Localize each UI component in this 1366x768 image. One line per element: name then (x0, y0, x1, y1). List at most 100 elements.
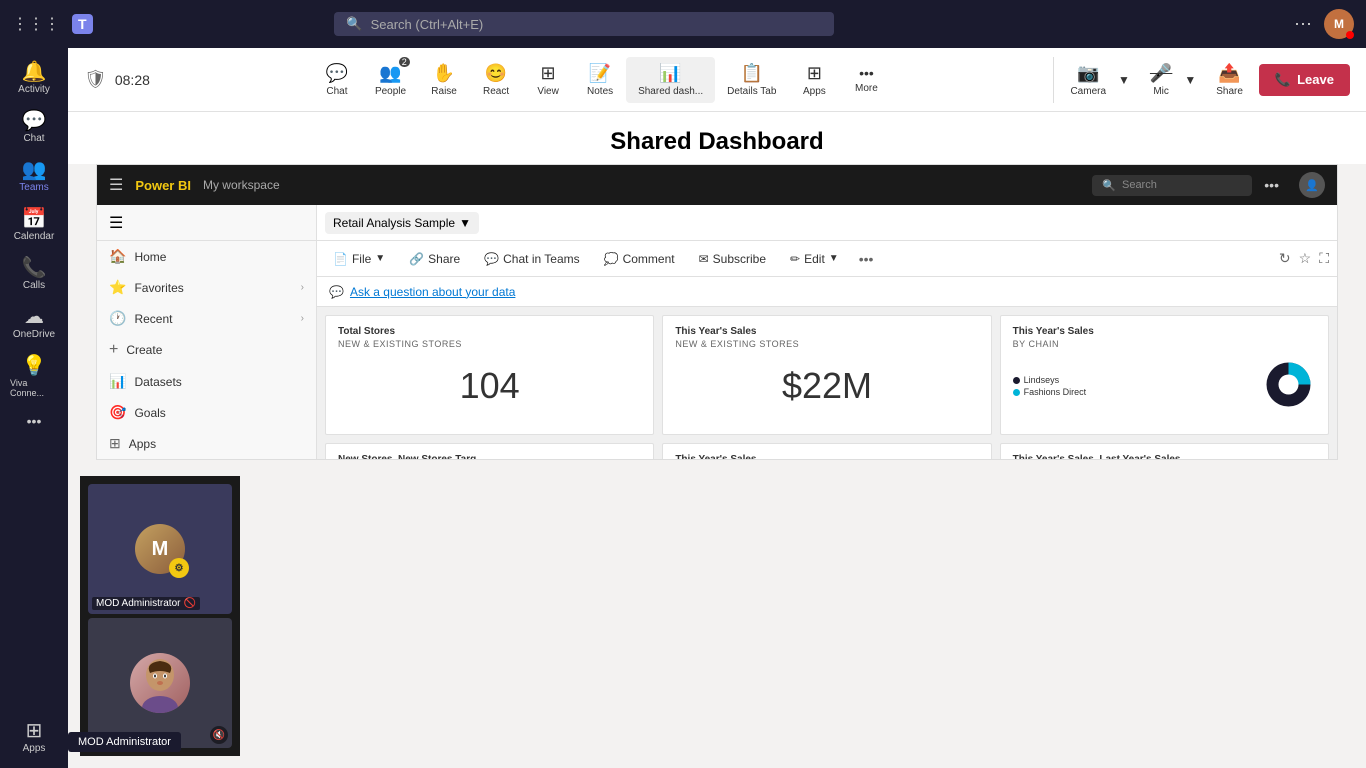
dashboard-area: ☰ Power BI My workspace 🔍 Search ••• 👤 (68, 164, 1366, 768)
pbi-nav-datasets[interactable]: 📊 Datasets (97, 366, 316, 397)
question-bar[interactable]: 💬 Ask a question about your data (317, 277, 1337, 307)
favorites-chevron-icon: › (301, 282, 304, 293)
report-name-button[interactable]: Retail Analysis Sample ▼ (325, 212, 479, 234)
mic-btn[interactable]: 🎤 Mic (1142, 57, 1180, 103)
sidebar-label-calendar: Calendar (14, 231, 55, 242)
chat-in-teams-btn[interactable]: 💬 Chat in Teams (476, 249, 587, 269)
toolbar-notes-btn[interactable]: 📝 Notes (574, 57, 626, 103)
toolbar-react-label: React (483, 86, 509, 97)
pbi-nav-goals-label: Goals (134, 406, 165, 420)
pbi-nav-create[interactable]: + Create (97, 334, 316, 366)
share-report-label: Share (428, 252, 460, 266)
camera-group: 📷 Camera ▼ (1053, 57, 1133, 103)
toolbar-details-tab-btn[interactable]: 📋 Details Tab (715, 57, 788, 103)
card-this-year-sales-new-subtitle: NEW & EXISTING STORES (675, 339, 978, 349)
sidebar-item-apps[interactable]: ⊞ Apps (6, 715, 62, 760)
viva-icon: 💡 (22, 356, 47, 376)
sidebar-item-calls[interactable]: 📞 Calls (6, 252, 62, 297)
pbi-menu-icon[interactable]: ☰ (109, 175, 123, 195)
refresh-icon[interactable]: ↻ (1279, 250, 1291, 267)
file-label: File (352, 252, 371, 266)
share-btn[interactable]: 📤 Share (1208, 57, 1251, 103)
sidebar-item-onedrive[interactable]: ☁ OneDrive (6, 301, 62, 346)
sidebar-item-teams[interactable]: 👥 Teams (6, 154, 62, 199)
file-btn[interactable]: 📄 File ▼ (325, 249, 393, 269)
toolbar-view-icon: ⊞ (541, 63, 556, 84)
pbi-hamburger-icon[interactable]: ☰ (109, 213, 123, 233)
toolbar-chat-btn[interactable]: 💬 Chat (311, 57, 363, 103)
powerbi-logo: Power BI (135, 178, 191, 193)
toolbar-raise-btn[interactable]: ✋ Raise (418, 57, 470, 103)
toolbar-view-btn[interactable]: ⊞ View (522, 57, 574, 103)
datasets-icon: 📊 (109, 373, 126, 390)
right-panel: M ⚙ MOD Administrator 🚫 (80, 476, 240, 756)
toolbar-chat-label: Chat (326, 86, 347, 97)
pbi-search-bar[interactable]: 🔍 Search (1092, 175, 1252, 196)
participant2-mic-off: 🔇 (210, 726, 228, 744)
toolbar-react-btn[interactable]: 😊 React (470, 57, 522, 103)
card-this-year-sales-new-only: This Year's Sales NEW STORES ONLY $2M (662, 443, 991, 459)
toolbar-chat-icon: 💬 (326, 63, 348, 84)
more-actions-icon[interactable]: ••• (859, 251, 874, 267)
share-report-btn[interactable]: 🔗 Share (401, 249, 468, 269)
main-layout: 🔔 Activity 💬 Chat 👥 Teams 📅 Calendar 📞 C… (0, 48, 1366, 768)
share-label: Share (1216, 86, 1243, 97)
goals-icon: 🎯 (109, 404, 126, 421)
search-bar[interactable]: 🔍 Search (Ctrl+Alt+E) (334, 12, 834, 36)
chat-in-teams-icon: 💬 (484, 252, 499, 266)
left-sidebar: 🔔 Activity 💬 Chat 👥 Teams 📅 Calendar 📞 C… (0, 48, 68, 768)
participant2-avatar-circle (130, 653, 190, 713)
pbi-nav-recent[interactable]: 🕐 Recent › (97, 303, 316, 334)
mic-chevron[interactable]: ▼ (1180, 67, 1200, 93)
pbi-content: ☰ 🏠 Home ⭐ Favorites › 🕐 (97, 205, 1337, 459)
sidebar-item-more[interactable]: ••• (6, 408, 62, 434)
subscribe-btn[interactable]: ✉ Subscribe (691, 249, 774, 269)
pbi-nav-home[interactable]: 🏠 Home (97, 241, 316, 272)
toolbar-raise-icon: ✋ (433, 63, 455, 84)
toolbar-details-tab-label: Details Tab (727, 86, 776, 97)
toolbar-apps-btn[interactable]: ⊞ Apps (788, 57, 840, 103)
sidebar-item-viva[interactable]: 💡 Viva Conne... (6, 350, 62, 404)
bookmark-icon[interactable]: ☆ (1299, 250, 1312, 267)
sidebar-item-chat[interactable]: 💬 Chat (6, 105, 62, 150)
file-chevron-icon: ▼ (375, 253, 385, 264)
meeting-time: 08:28 (115, 72, 150, 88)
grid-icon[interactable]: ⋮⋮⋮ (12, 14, 60, 34)
pbi-user-avatar[interactable]: 👤 (1299, 172, 1325, 198)
card-line-chart-title: This Year's Sales, Last Year's Sales (1013, 454, 1316, 459)
toolbar-shared-dash-btn[interactable]: 📊 Shared dash... (626, 57, 715, 103)
pbi-nav-favorites[interactable]: ⭐ Favorites › (97, 272, 316, 303)
pbi-nav-header: ☰ (97, 205, 316, 241)
comment-btn[interactable]: 💭 Comment (596, 249, 683, 269)
leave-button[interactable]: 📞 Leave (1259, 64, 1350, 96)
sidebar-item-activity[interactable]: 🔔 Activity (6, 56, 62, 101)
mic-group: 🎤 Mic ▼ (1142, 57, 1200, 103)
sidebar-item-calendar[interactable]: 📅 Calendar (6, 203, 62, 248)
recent-chevron-icon: › (301, 313, 304, 324)
pbi-nav-apps[interactable]: ⊞ Apps (97, 428, 316, 459)
fullscreen-icon[interactable]: ⛶ (1319, 250, 1329, 267)
apps-icon: ⊞ (26, 721, 43, 741)
gear-overlay-icon: ⚙ (169, 558, 189, 578)
card-sales-by-chain: This Year's Sales BY CHAIN Lindseys (1000, 315, 1329, 435)
toolbar-people-btn[interactable]: 👥 2 People (363, 57, 418, 103)
home-icon: 🏠 (109, 248, 126, 265)
toolbar-more-btn[interactable]: ••• More (840, 59, 892, 100)
pbi-more-icon[interactable]: ••• (1264, 177, 1279, 193)
report-selector-bar: Retail Analysis Sample ▼ (317, 205, 1337, 241)
user-avatar[interactable]: M (1324, 9, 1354, 39)
more-options-icon[interactable]: ⋯ (1294, 14, 1312, 35)
card-total-stores: Total Stores NEW & EXISTING STORES 104 (325, 315, 654, 435)
camera-chevron[interactable]: ▼ (1114, 67, 1134, 93)
toolbar-shared-dash-label: Shared dash... (638, 86, 703, 97)
pbi-nav-goals[interactable]: 🎯 Goals (97, 397, 316, 428)
toolbar-react-icon: 😊 (485, 63, 507, 84)
camera-btn[interactable]: 📷 Camera (1062, 57, 1114, 103)
card-this-year-sales-new-title: This Year's Sales (675, 326, 978, 337)
favorites-icon: ⭐ (109, 279, 126, 296)
onedrive-icon: ☁ (24, 307, 44, 327)
edit-btn[interactable]: ✏ Edit ▼ (782, 249, 847, 269)
teams-logo: T (72, 14, 93, 34)
toolbar-apps-icon: ⊞ (807, 63, 822, 84)
powerbi-workspace[interactable]: My workspace (203, 178, 280, 192)
